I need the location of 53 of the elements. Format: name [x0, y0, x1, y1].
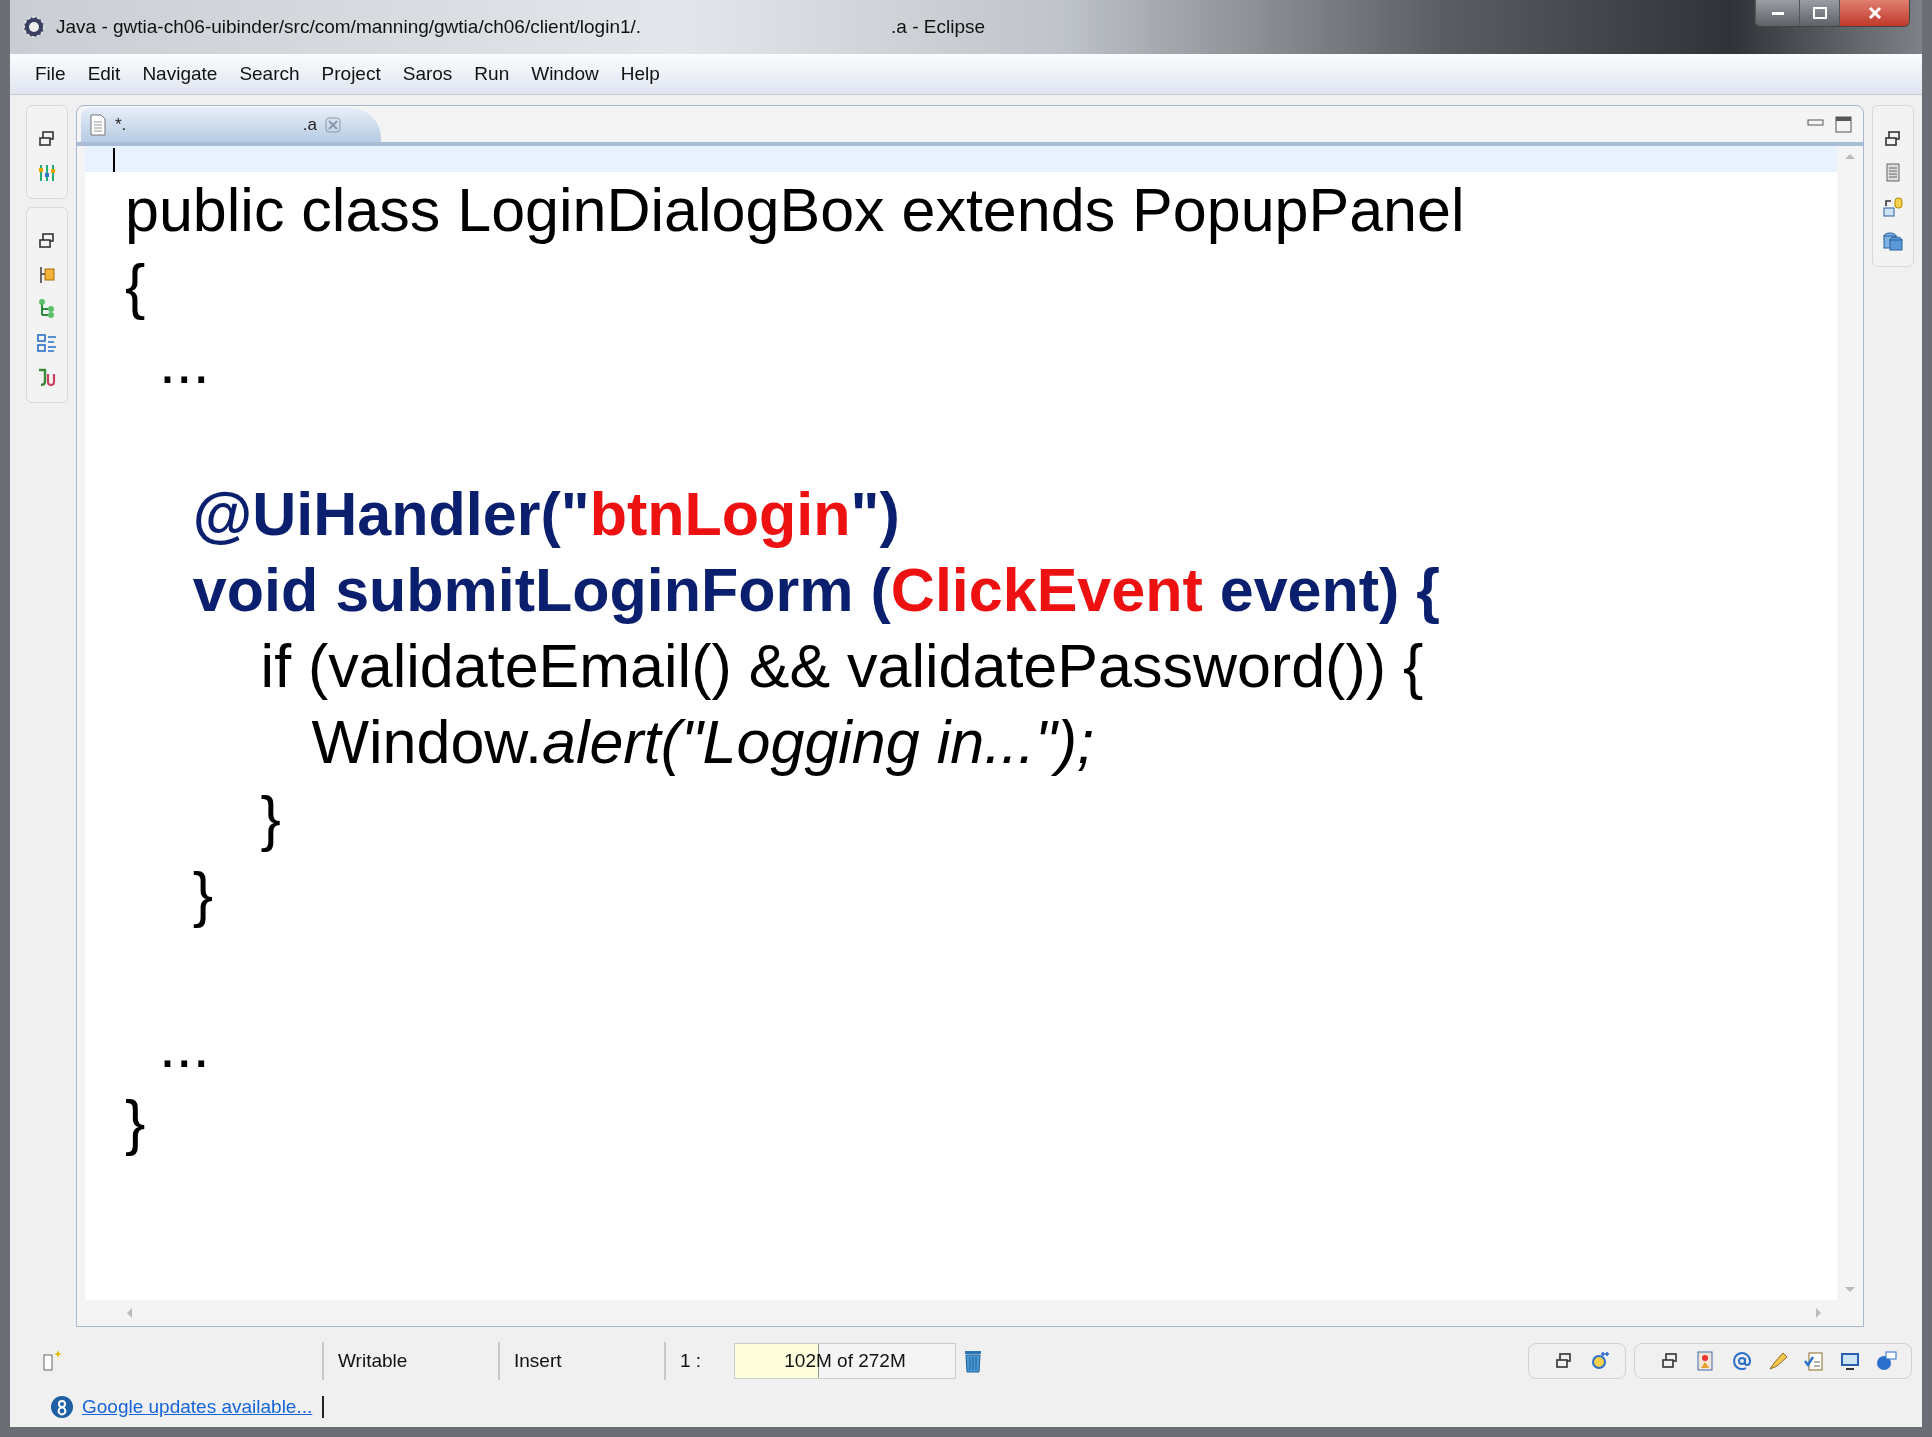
- minimize-button[interactable]: [1755, 0, 1799, 26]
- monitor-icon[interactable]: [1839, 1350, 1861, 1372]
- write-mode: Writable: [322, 1342, 498, 1380]
- code-line: ...: [157, 327, 211, 398]
- tab-dirty-mark: *.: [115, 115, 127, 135]
- code-line: void submitLoginForm (ClickEvent event) {: [191, 555, 1442, 626]
- updates-link[interactable]: Google updates available...: [82, 1396, 325, 1418]
- menu-item[interactable]: Help: [609, 59, 671, 89]
- code-line: if (validateEmail() && validatePassword()) {: [259, 631, 1425, 702]
- menu-item[interactable]: Saros: [391, 59, 464, 89]
- maximize-icon: [1811, 6, 1828, 20]
- code-line: }: [259, 783, 282, 854]
- menu-item[interactable]: File: [24, 59, 77, 89]
- minimize-icon: [1770, 10, 1785, 16]
- cursor-position: 1 :: [664, 1342, 724, 1380]
- menu-item[interactable]: Run: [463, 59, 521, 89]
- code-line: }: [191, 859, 215, 930]
- close-icon[interactable]: [325, 117, 341, 133]
- code-line: }: [125, 1087, 147, 1158]
- update-icon: [50, 1395, 74, 1419]
- code-line: ...: [157, 1011, 211, 1082]
- editor-tab[interactable]: *. .a: [81, 108, 381, 142]
- code-line: Window.alert("Logging in...");: [310, 707, 1095, 778]
- text-caret: [113, 148, 115, 172]
- database-icon[interactable]: [1882, 230, 1904, 252]
- code-line: {: [125, 251, 147, 322]
- pencil-icon[interactable]: [1767, 1350, 1789, 1372]
- checklist-icon[interactable]: [1803, 1350, 1825, 1372]
- outline-icon[interactable]: [36, 332, 58, 354]
- heap-status-text: 102M of 272M: [784, 1350, 906, 1372]
- menu-item[interactable]: Project: [310, 59, 392, 89]
- trash-icon[interactable]: [962, 1348, 984, 1374]
- maximize-icon[interactable]: [1835, 116, 1853, 134]
- window-title-suffix: .a - Eclipse: [891, 16, 986, 38]
- window-title: Java - gwtia-ch06-uibinder/src/com/manning/gwtia/ch06/client/login1/.: [56, 16, 642, 38]
- menu-item[interactable]: Edit: [76, 59, 132, 89]
- code-line: public class LoginDialogBox extends PopupPanel: [125, 175, 1466, 246]
- menu-item[interactable]: Search: [228, 59, 311, 89]
- insert-mode: Insert: [498, 1342, 664, 1380]
- menu-item[interactable]: Navigate: [131, 59, 229, 89]
- sliders-icon[interactable]: [36, 162, 58, 184]
- junit-icon[interactable]: [36, 366, 58, 388]
- database-connect-icon[interactable]: [1882, 196, 1904, 218]
- file-icon: [89, 114, 107, 136]
- app-logo-icon: [22, 15, 46, 39]
- code-line: @UiHandler("btnLogin"): [191, 479, 901, 550]
- close-icon: [1866, 6, 1883, 20]
- close-button[interactable]: [1839, 0, 1909, 26]
- maximize-button[interactable]: [1799, 0, 1839, 26]
- menu-item[interactable]: Window: [520, 59, 610, 89]
- tab-title: .a: [302, 115, 317, 135]
- globe-chat-icon[interactable]: [1875, 1350, 1897, 1372]
- at-sign-icon[interactable]: [1731, 1350, 1753, 1372]
